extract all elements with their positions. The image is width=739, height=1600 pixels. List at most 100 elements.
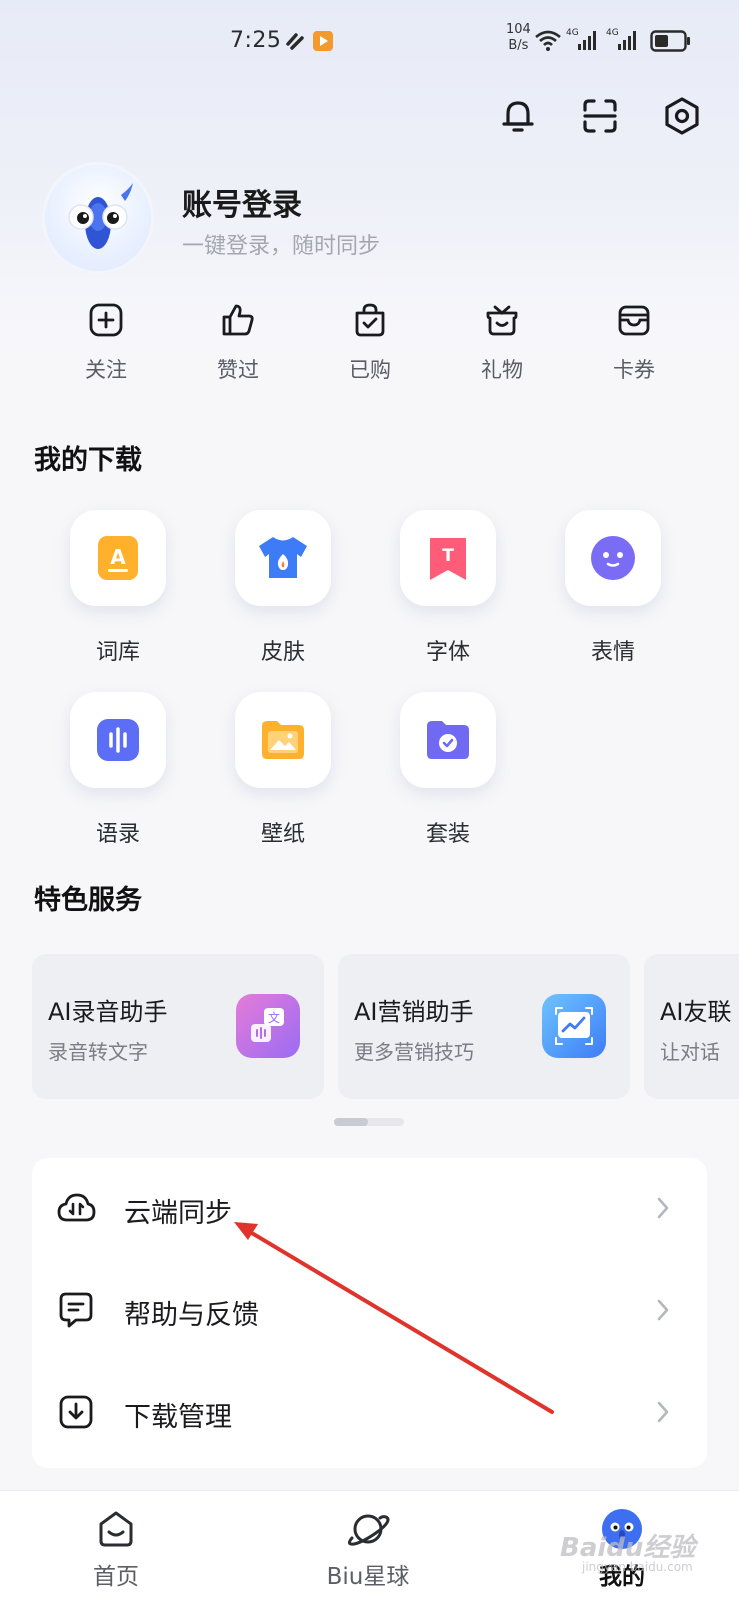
thumbs-up-icon [218,300,258,340]
service-card-ai-recording[interactable]: AI录音助手 录音转文字 文 [32,954,324,1099]
net-speed-unit: B/s [508,38,529,53]
status-bar: 7:25 104 B/s 4G 4G [0,0,739,80]
menu-item-cloud-sync[interactable]: 云端同步 [32,1158,707,1258]
bell-icon [498,96,538,140]
wallet-icon [614,300,654,340]
tab-home[interactable]: 首页 [16,1491,216,1600]
settings-icon [662,96,702,140]
svg-text:4G: 4G [566,28,579,38]
quotes-icon [97,719,139,761]
video-app-icon [312,30,334,56]
service-card-ai-marketing[interactable]: AI营销助手 更多营销技巧 [338,954,630,1099]
carousel-scroll-thumb [334,1118,368,1126]
quick-action-label: 赞过 [217,358,259,382]
avatar[interactable] [42,162,154,274]
signal-icon: 4G [606,26,642,56]
quick-action-label: 关注 [85,358,127,382]
service-subtitle: 让对话 [660,1040,720,1064]
quick-action-label: 卡券 [613,358,655,382]
menu-item-label: 下载管理 [124,1402,232,1433]
svg-text:T: T [442,546,454,566]
download-tile: T [400,510,496,606]
download-item-font[interactable]: T 字体 [364,510,532,680]
link-icon [284,30,306,56]
profile-subtitle: 一键登录，随时同步 [182,234,381,259]
quick-action-coupon[interactable]: 卡券 [568,300,700,390]
emoji-icon [591,536,635,580]
signal-icon: 4G [566,26,602,56]
mascot-avatar-icon [68,183,133,249]
quick-action-label: 礼物 [481,358,523,382]
home-icon [92,1505,140,1553]
svg-text:A: A [110,545,126,569]
watermark: Baidu经验 [560,1533,696,1563]
download-item-quotes[interactable]: 语录 [34,692,202,862]
quick-action-liked[interactable]: 赞过 [172,300,304,390]
download-label: 字体 [425,640,470,665]
tab-label: Biu星球 [326,1564,410,1590]
cloud-sync-icon [56,1188,96,1228]
wallpaper-icon [262,721,304,759]
download-tile [235,692,331,788]
scan-icon [580,96,620,140]
marketing-chart-icon [542,994,606,1058]
download-item-skin[interactable]: 皮肤 [199,510,367,680]
feedback-icon [56,1290,96,1330]
profile-login[interactable]: 账号登录 一键登录，随时同步 [42,162,702,274]
net-speed: 104 B/s [506,22,531,54]
download-tile [400,692,496,788]
download-label: 皮肤 [260,640,305,665]
service-subtitle: 录音转文字 [48,1040,148,1064]
menu-item-download-manage[interactable]: 下载管理 [32,1362,707,1462]
download-item-bundle[interactable]: 套装 [364,692,532,862]
skin-shirt-icon [259,537,307,578]
tab-label: 首页 [93,1564,139,1590]
shopping-bag-icon [350,300,390,340]
download-tile [235,510,331,606]
plus-square-icon [86,300,126,340]
quick-action-label: 已购 [349,358,391,382]
battery-icon [650,30,692,56]
carousel-scroll-indicator [334,1118,404,1126]
service-title: AI录音助手 [48,998,168,1026]
service-card-ai-friend[interactable]: AI友联 让对话 [644,954,739,1099]
menu-item-label: 帮助与反馈 [124,1300,259,1331]
download-label: 词库 [95,640,140,665]
download-item-wallpaper[interactable]: 壁纸 [199,692,367,862]
section-title-downloads: 我的下载 [34,445,142,476]
service-title: AI营销助手 [354,998,474,1026]
quick-actions: 关注 赞过 已购 礼物 卡券 [40,300,700,390]
wifi-icon [534,28,562,56]
download-tile [565,510,661,606]
tab-biu-planet[interactable]: Biu星球 [268,1491,468,1600]
notification-button[interactable] [492,92,544,144]
service-subtitle: 更多营销技巧 [354,1040,474,1064]
quick-action-gift[interactable]: 礼物 [436,300,568,390]
download-tile [70,692,166,788]
svg-text:文: 文 [268,1010,280,1025]
download-item-lexicon[interactable]: A 词库 [34,510,202,680]
planet-icon [344,1505,392,1553]
profile-title[interactable]: 账号登录 [182,180,302,224]
services-carousel[interactable]: AI录音助手 录音转文字 文 AI营销助手 更多营销技巧 AI友联 让对话 [32,954,739,1099]
svg-text:4G: 4G [606,28,619,38]
net-speed-value: 104 [506,22,531,37]
service-title: AI友联 [660,998,732,1026]
status-time: 7:25 [230,28,282,53]
section-title-services: 特色服务 [34,885,142,916]
quick-action-purchased[interactable]: 已购 [304,300,436,390]
chevron-right-icon [653,1396,673,1428]
translate-voice-icon: 文 [236,994,300,1058]
settings-button[interactable] [656,92,708,144]
download-manage-icon [56,1392,96,1432]
quick-action-follow[interactable]: 关注 [40,300,172,390]
font-icon: T [430,538,466,580]
watermark-sub: jingyan.baidu.com [582,1560,693,1574]
scan-button[interactable] [574,92,626,144]
menu-item-help-feedback[interactable]: 帮助与反馈 [32,1260,707,1360]
download-label: 表情 [590,640,635,665]
lexicon-icon: A [98,536,138,580]
download-tile: A [70,510,166,606]
download-label: 语录 [95,822,140,847]
download-item-emoji[interactable]: 表情 [529,510,697,680]
